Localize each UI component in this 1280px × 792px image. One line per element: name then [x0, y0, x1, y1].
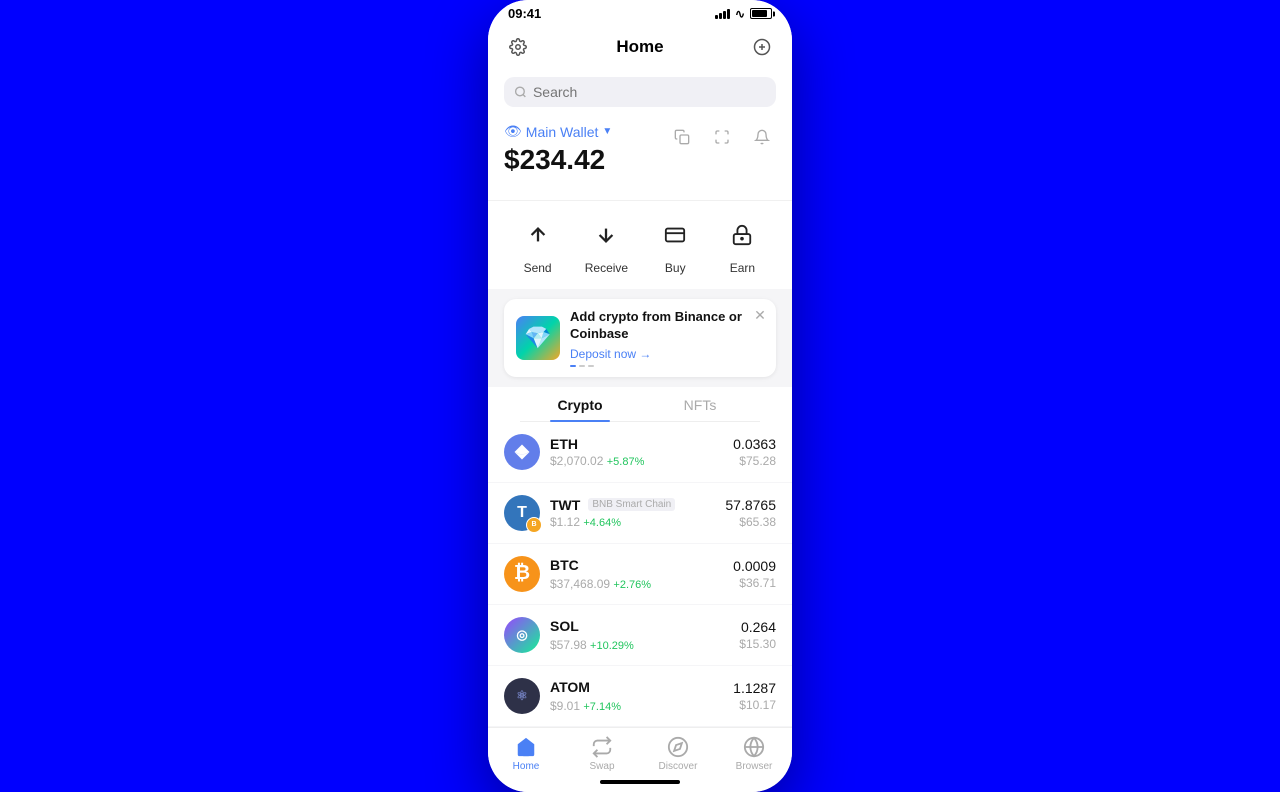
btc-price: $37,468.09 +2.76% — [550, 577, 733, 591]
buy-button[interactable]: Buy — [655, 215, 695, 275]
copy-button[interactable] — [668, 123, 696, 151]
swap-icon — [591, 736, 613, 758]
receive-button[interactable]: Receive — [585, 215, 628, 275]
eth-price: $2,070.02 +5.87% — [550, 454, 733, 468]
twt-amount: 57.8765 $65.38 — [725, 497, 776, 529]
signal-bars-icon — [715, 9, 730, 19]
wifi-icon: ∿ — [735, 7, 745, 21]
eth-symbol: ETH — [550, 436, 578, 452]
eye-icon: 👁 — [504, 123, 522, 140]
browser-icon — [743, 736, 765, 758]
app-header: Home — [488, 25, 792, 71]
twt-price: $1.12 +4.64% — [550, 515, 725, 529]
search-section — [488, 71, 792, 117]
status-bar: 09:41 ∿ — [488, 0, 792, 25]
bottom-nav: Home Swap Discover Browser — [488, 727, 792, 776]
twt-icon: T B — [504, 495, 540, 531]
sol-icon: ◎ — [504, 617, 540, 653]
nav-browser[interactable]: Browser — [716, 736, 792, 772]
discover-icon — [667, 736, 689, 758]
promotion-banner: 💎 Add crypto from Binance or Coinbase De… — [504, 299, 776, 377]
tabs-container: Crypto NFTs — [488, 387, 792, 422]
nav-swap[interactable]: Swap — [564, 736, 640, 772]
phone-frame: 09:41 ∿ Home — [488, 0, 792, 792]
twt-symbol: TWT — [550, 497, 580, 513]
banner-link[interactable]: Deposit now → — [570, 347, 764, 361]
asset-item-sol[interactable]: ◎ SOL $57.98 +10.29% 0.264 $15.30 — [488, 605, 792, 666]
banner-graphic: 💎 — [516, 316, 560, 360]
asset-list: ETH $2,070.02 +5.87% 0.0363 $75.28 T B — [488, 422, 792, 727]
chevron-down-icon: ▼ — [602, 126, 612, 137]
action-buttons: Send Receive Buy — [488, 201, 792, 289]
wallet-selector[interactable]: 👁 Main Wallet ▼ — [504, 123, 612, 140]
eth-amount: 0.0363 $75.28 — [733, 436, 776, 468]
nav-home[interactable]: Home — [488, 736, 564, 772]
asset-item-twt[interactable]: T B TWT BNB Smart Chain $1.12 +4.64% 57.… — [488, 483, 792, 544]
send-button[interactable]: Send — [518, 215, 558, 275]
home-bar — [600, 780, 680, 784]
settings-button[interactable] — [504, 33, 532, 61]
asset-item-eth[interactable]: ETH $2,070.02 +5.87% 0.0363 $75.28 — [488, 422, 792, 483]
tab-crypto[interactable]: Crypto — [520, 387, 640, 421]
search-input[interactable] — [533, 84, 766, 100]
buy-label: Buy — [665, 261, 686, 275]
asset-item-btc[interactable]: ₿ BTC $37,468.09 +2.76% 0.0009 $36.71 — [488, 544, 792, 605]
battery-icon — [750, 8, 772, 19]
status-time: 09:41 — [508, 6, 541, 21]
nav-home-label: Home — [513, 761, 540, 772]
nav-discover[interactable]: Discover — [640, 736, 716, 772]
nav-browser-label: Browser — [736, 761, 773, 772]
btc-info: BTC $37,468.09 +2.76% — [550, 557, 733, 591]
buy-icon — [655, 215, 695, 255]
eth-icon — [504, 434, 540, 470]
banner-close-button[interactable]: ✕ — [752, 307, 768, 323]
earn-label: Earn — [730, 261, 755, 275]
btc-amount: 0.0009 $36.71 — [733, 558, 776, 590]
receive-icon — [586, 215, 626, 255]
nav-swap-label: Swap — [589, 761, 614, 772]
banner-dots — [570, 365, 764, 367]
expand-button[interactable] — [708, 123, 736, 151]
twt-info: TWT BNB Smart Chain $1.12 +4.64% — [550, 497, 725, 529]
tab-nfts[interactable]: NFTs — [640, 387, 760, 421]
eth-info: ETH $2,070.02 +5.87% — [550, 436, 733, 468]
wallet-section: 👁 Main Wallet ▼ $234.42 — [488, 117, 792, 201]
wallet-name: Main Wallet — [526, 124, 599, 140]
atom-symbol: ATOM — [550, 679, 590, 695]
status-icons: ∿ — [715, 7, 772, 21]
send-label: Send — [524, 261, 552, 275]
sol-symbol: SOL — [550, 618, 579, 634]
atom-amount: 1.1287 $10.17 — [733, 680, 776, 712]
earn-icon — [722, 215, 762, 255]
home-indicator — [488, 776, 792, 792]
nav-discover-label: Discover — [659, 761, 698, 772]
earn-button[interactable]: Earn — [722, 215, 762, 275]
asset-tabs: Crypto NFTs — [520, 387, 760, 422]
wallet-action-icons — [668, 123, 776, 151]
btc-icon: ₿ — [504, 556, 540, 592]
twt-network: BNB Smart Chain — [588, 498, 675, 511]
atom-icon: ⚛ — [504, 678, 540, 714]
receive-label: Receive — [585, 261, 628, 275]
wallet-balance: $234.42 — [504, 144, 612, 176]
banner-title: Add crypto from Binance or Coinbase — [570, 309, 764, 343]
search-input-wrap[interactable] — [504, 77, 776, 107]
notifications-button[interactable] — [748, 123, 776, 151]
sol-price: $57.98 +10.29% — [550, 638, 739, 652]
sol-amount: 0.264 $15.30 — [739, 619, 776, 651]
asset-item-atom[interactable]: ⚛ ATOM $9.01 +7.14% 1.1287 $10.17 — [488, 666, 792, 727]
sol-info: SOL $57.98 +10.29% — [550, 618, 739, 652]
wallet-connect-button[interactable] — [748, 33, 776, 61]
banner-text: Add crypto from Binance or Coinbase Depo… — [570, 309, 764, 367]
atom-info: ATOM $9.01 +7.14% — [550, 679, 733, 713]
btc-symbol: BTC — [550, 557, 579, 573]
send-icon — [518, 215, 558, 255]
page-title: Home — [616, 37, 663, 57]
home-icon — [515, 736, 537, 758]
atom-price: $9.01 +7.14% — [550, 699, 733, 713]
search-icon — [514, 85, 527, 99]
